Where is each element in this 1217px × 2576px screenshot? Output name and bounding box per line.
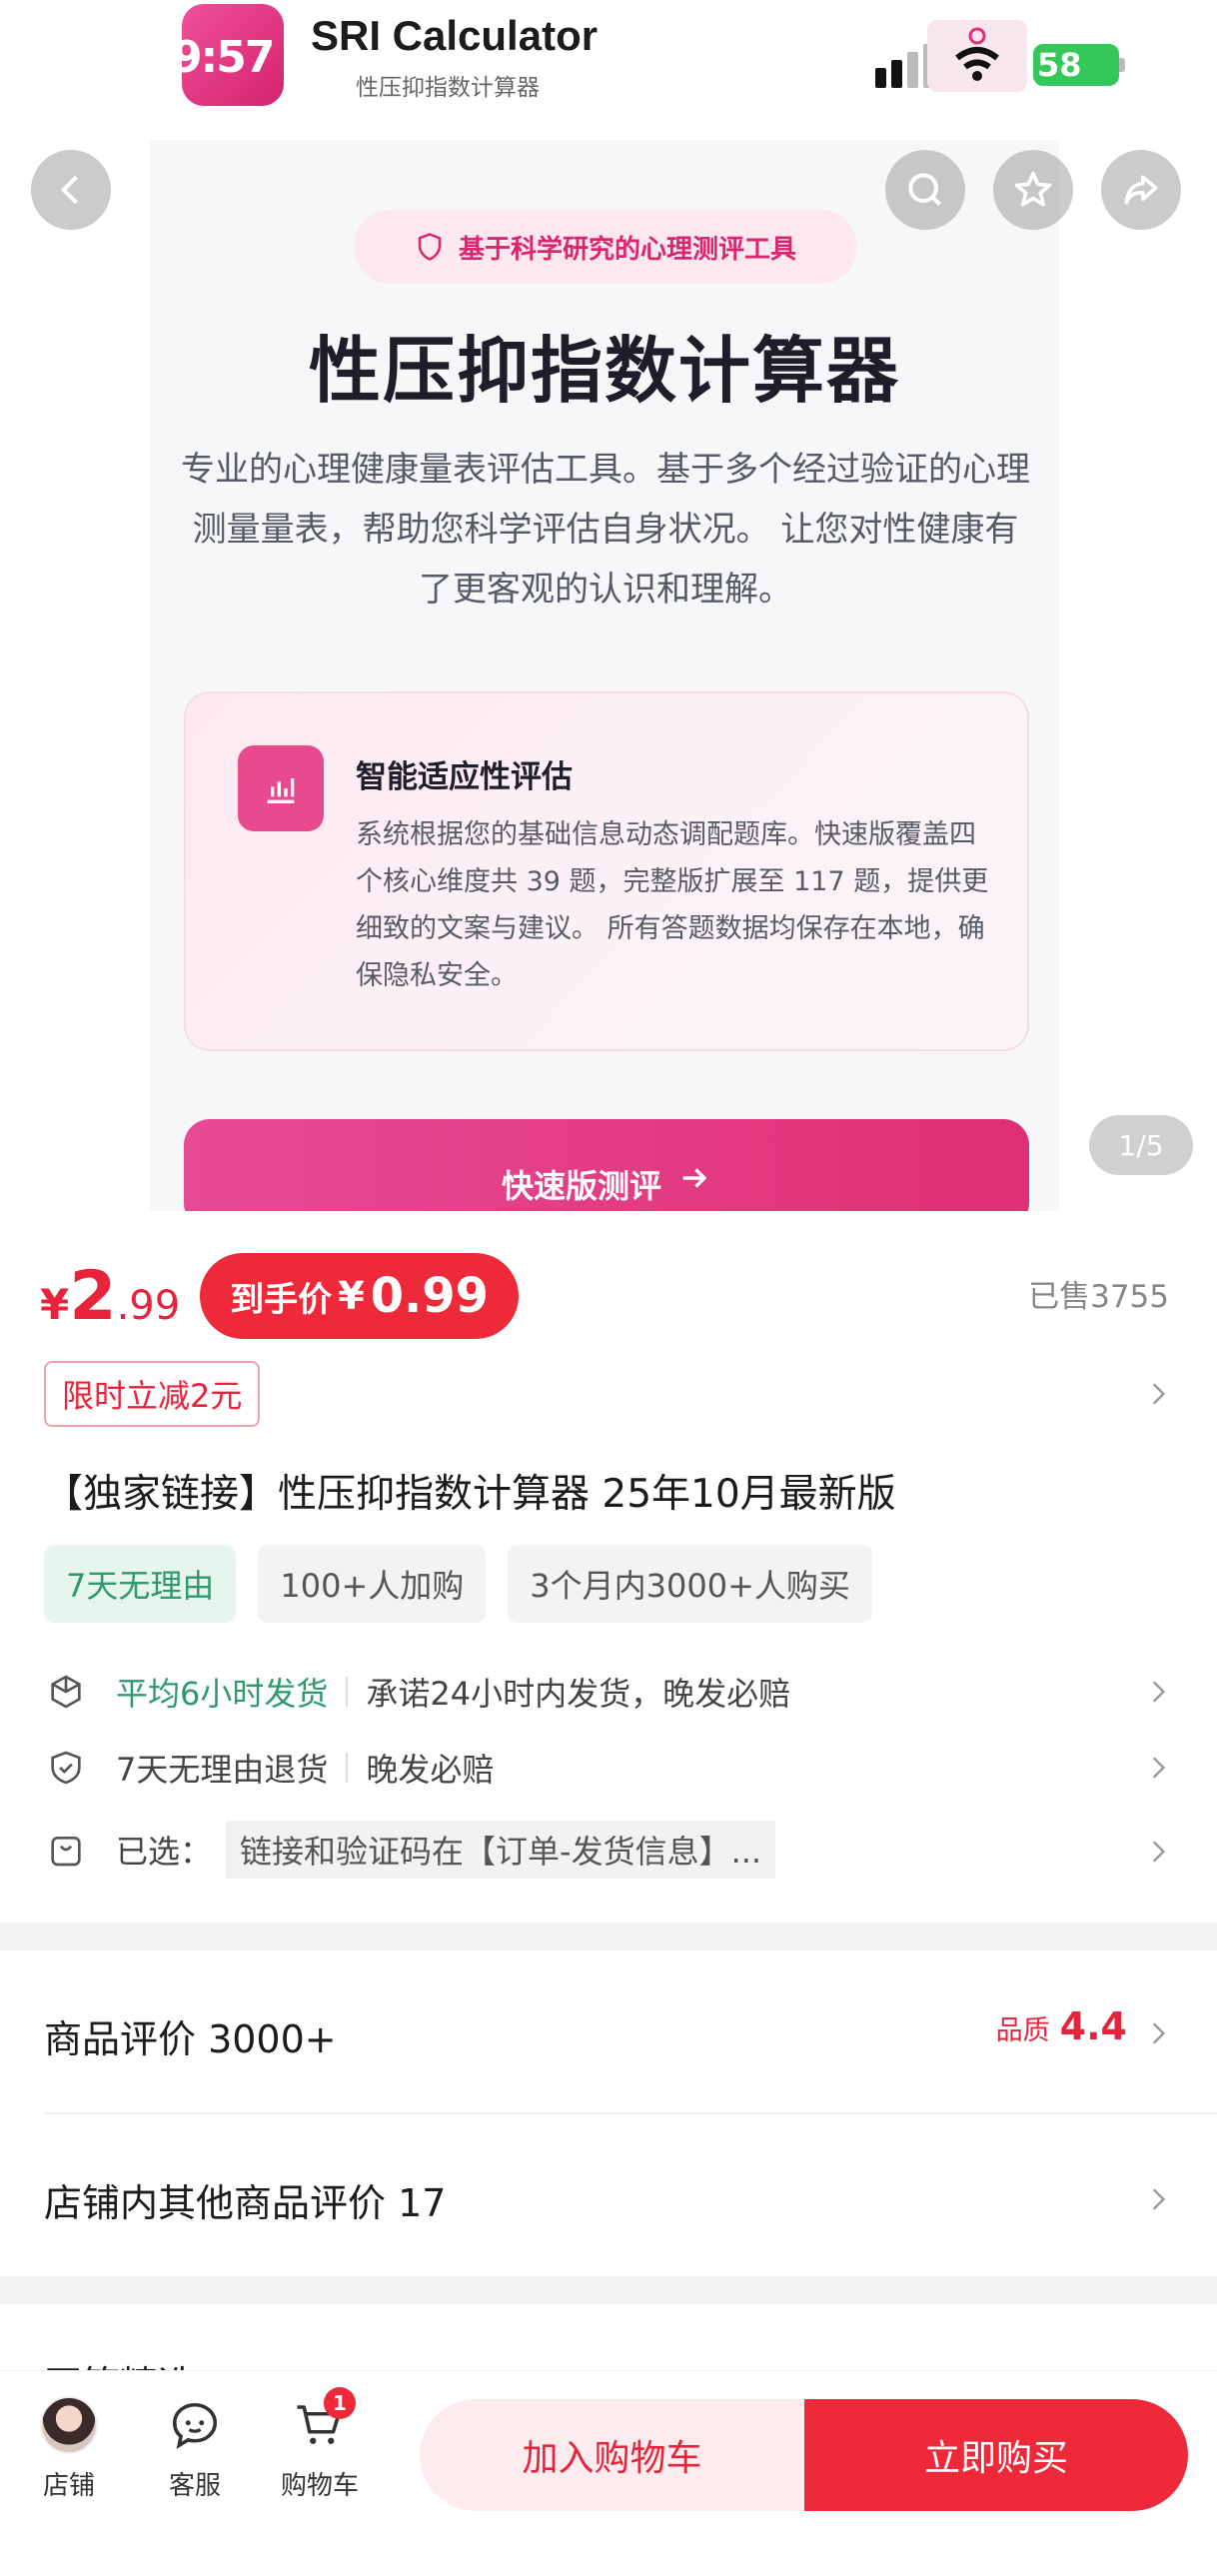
store-button[interactable]: 店铺 — [24, 2395, 114, 2502]
search-button[interactable] — [885, 150, 965, 230]
chevron-left-icon — [60, 175, 78, 205]
product-page: 基于科学研究的心理测评工具 性压抑指数计算器 专业的心理健康量表评估工具。基于多… — [0, 0, 1217, 2576]
product-image-carousel[interactable]: 基于科学研究的心理测评工具 性压抑指数计算器 专业的心理健康量表评估工具。基于多… — [0, 0, 1217, 1229]
product-chips: 7天无理由 100+人加购 3个月内3000+人购买 — [44, 1545, 872, 1623]
feature-text: 系统根据您的基础信息动态调配题库。快速版覆盖四个核心维度共 39 题，完整版扩展… — [356, 819, 989, 991]
wifi-icon — [927, 20, 1027, 92]
price: ¥ 2 .99 — [40, 1257, 180, 1336]
product-title: 【独家链接】性压抑指数计算器 25年10月最新版 — [44, 1472, 896, 1517]
final-price-badge: 到手价 ¥ 0.99 — [200, 1253, 520, 1339]
chevron-right-icon[interactable] — [1145, 1755, 1171, 1781]
avatar — [40, 2396, 98, 2454]
science-tag-label: 基于科学研究的心理测评工具 — [458, 234, 796, 265]
store-label: 店铺 — [42, 2471, 95, 2501]
app-title: SRI Calculator — [311, 12, 599, 59]
app-banner: 9:57 SRI Calculator 性压抑指数计算器 58 — [0, 0, 1217, 140]
chip-carted: 100+人加购 — [258, 1545, 487, 1623]
shield-check-icon — [44, 1746, 88, 1790]
box-icon — [44, 1670, 88, 1714]
cart-button[interactable]: 1 购物车 — [275, 2387, 365, 2502]
price-row: ¥ 2 .99 到手价 ¥ 0.99 — [40, 1251, 520, 1341]
chip-returns: 7天无理由 — [44, 1545, 237, 1623]
cart-icon: 1 — [290, 2387, 356, 2455]
chevron-right-icon[interactable] — [1145, 2020, 1171, 2046]
final-price-label: 到手价 — [230, 1279, 333, 1320]
hero-heading: 性压抑指数计算器 — [308, 329, 900, 413]
store-reviews-link[interactable]: 店铺内其他商品评价 17 — [44, 2172, 446, 2227]
bag-icon — [44, 1828, 88, 1872]
product-info: ¥ 2 .99 到手价 ¥ 0.99 已售3755 限时立减2元 【独家链接】性… — [0, 1211, 1217, 1923]
arrow-right-icon — [682, 1168, 707, 1188]
app-logo: 9:57 — [182, 4, 284, 106]
share-icon — [1124, 175, 1158, 205]
selected-label: 已选： — [116, 1833, 213, 1871]
quality-score: 品质 4.4 — [996, 2004, 1127, 2048]
chevron-right-icon[interactable] — [1145, 1839, 1171, 1865]
final-price-currency: ¥ — [338, 1274, 365, 1318]
shipping-row[interactable]: 平均6小时发货 承诺24小时内发货，晚发必赔 — [44, 1665, 790, 1719]
returns-text: 7天无理由退货 — [116, 1751, 329, 1789]
battery-indicator: 58 — [1033, 44, 1119, 86]
returns-note: 晚发必赔 — [366, 1751, 495, 1789]
shipping-note: 承诺24小时内发货，晚发必赔 — [366, 1675, 791, 1713]
bottom-action-bar: 店铺 客服 1 购物车 加入购物车 立即购买 — [0, 2370, 1217, 2576]
promo-tag[interactable]: 限时立减2元 — [44, 1361, 261, 1427]
divider — [346, 1753, 349, 1783]
selected-value: 链接和验证码在【订单-发货信息】... — [226, 1821, 776, 1879]
share-button[interactable] — [1101, 150, 1181, 230]
selected-option-row[interactable]: 已选： 链接和验证码在【订单-发货信息】... — [44, 1821, 776, 1879]
chevron-right-icon[interactable] — [1145, 2186, 1171, 2212]
sold-count: 已售3755 — [1028, 1279, 1169, 1315]
customer-service-button[interactable]: 客服 — [150, 2395, 240, 2502]
divider — [44, 2112, 1217, 2114]
buy-now-button[interactable]: 立即购买 — [804, 2399, 1188, 2511]
chevron-right-icon[interactable] — [1145, 1381, 1171, 1407]
final-price-value: 0.99 — [370, 1268, 490, 1324]
service-label: 客服 — [168, 2471, 221, 2501]
star-icon — [1014, 171, 1052, 207]
chip-purchased: 3个月内3000+人购买 — [508, 1545, 872, 1623]
shield-icon — [418, 233, 442, 261]
hero-description: 专业的心理健康量表评估工具。基于多个经过验证的心理测量量表，帮助您科学评估自身状… — [181, 450, 1030, 610]
quality-label: 品质 — [995, 2015, 1050, 2046]
favorite-button[interactable] — [993, 150, 1073, 230]
cart-count-badge: 1 — [324, 2387, 356, 2419]
shipping-highlight: 平均6小时发货 — [116, 1675, 329, 1713]
divider — [346, 1677, 349, 1707]
reviews-section: 商品评价 3000+ 品质 4.4 店铺内其他商品评价 17 — [0, 1950, 1217, 2276]
science-tag: 基于科学研究的心理测评工具 — [354, 210, 857, 284]
battery-tip — [1119, 58, 1125, 72]
search-icon — [908, 173, 942, 207]
store-avatar-icon — [39, 2395, 99, 2455]
product-reviews-link[interactable]: 商品评价 3000+ — [44, 2008, 337, 2063]
quality-value: 4.4 — [1059, 2004, 1127, 2048]
feature-card: 智能适应性评估 系统根据您的基础信息动态调配题库。快速版覆盖四个核心维度共 39… — [184, 691, 1029, 1051]
price-integer: 2 — [69, 1256, 117, 1336]
cart-label: 购物车 — [280, 2471, 359, 2501]
returns-row[interactable]: 7天无理由退货 晚发必赔 — [44, 1741, 494, 1795]
price-currency: ¥ — [40, 1279, 70, 1329]
carousel-page-indicator: 1/5 — [1089, 1115, 1193, 1175]
status-clock: 9:57 — [182, 32, 275, 83]
quick-test-label: 快速版测评 — [501, 1167, 661, 1205]
back-button[interactable] — [31, 150, 111, 230]
chat-icon — [165, 2395, 225, 2455]
bar-chart-icon — [238, 745, 324, 831]
add-to-cart-button[interactable]: 加入购物车 — [420, 2399, 804, 2511]
app-subtitle: 性压抑指数计算器 — [356, 75, 540, 101]
feature-title: 智能适应性评估 — [356, 759, 573, 795]
chevron-right-icon[interactable] — [1145, 1679, 1171, 1705]
price-decimal: .99 — [116, 1282, 181, 1329]
